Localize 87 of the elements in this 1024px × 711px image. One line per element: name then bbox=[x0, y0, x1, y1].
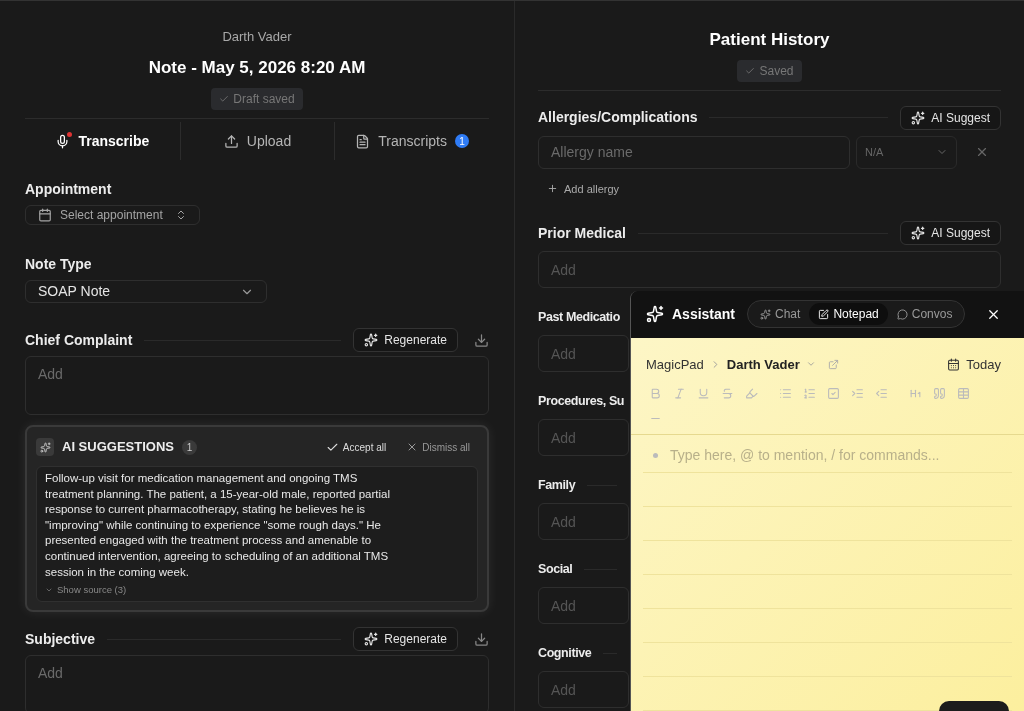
section-label: Prior Medical bbox=[538, 223, 626, 243]
action-button[interactable] bbox=[939, 701, 1009, 711]
download-icon[interactable] bbox=[474, 332, 489, 348]
text-field[interactable]: Add bbox=[538, 503, 629, 540]
check-icon bbox=[745, 65, 756, 76]
note-title: Note - May 5, 2026 8:20 AM bbox=[148, 56, 366, 79]
section-label: Procedures, Su bbox=[538, 392, 625, 410]
pen-square-icon bbox=[818, 308, 830, 320]
tab[interactable]: Upload bbox=[179, 122, 335, 160]
field-label: Note Type bbox=[25, 255, 93, 274]
count-badge: 1 bbox=[181, 439, 197, 455]
section-label: Chief Complaint bbox=[25, 330, 133, 350]
format-icon[interactable] bbox=[779, 387, 792, 400]
bullet-icon bbox=[653, 453, 658, 458]
sparkle-icon bbox=[760, 308, 772, 320]
allergy-name-field[interactable]: Allergy name bbox=[538, 135, 850, 169]
format-icon[interactable] bbox=[673, 387, 686, 400]
calendar-icon bbox=[38, 208, 52, 222]
assistant-tab[interactable]: Notepad bbox=[809, 303, 888, 326]
tab[interactable]: Transcripts 1 bbox=[334, 122, 489, 160]
section-label: Cognitive bbox=[538, 644, 592, 662]
assistant-tab[interactable]: Chat bbox=[751, 303, 810, 326]
calendar-icon bbox=[947, 357, 961, 371]
tab-icon bbox=[55, 133, 71, 149]
dismiss-all-button[interactable]: Dismiss all bbox=[406, 439, 470, 455]
show-source-button[interactable]: Show source (3) bbox=[45, 583, 127, 598]
patient-name: Darth Vader bbox=[222, 28, 292, 46]
panel-title: Patient History bbox=[709, 29, 830, 51]
text-field[interactable]: Add bbox=[538, 335, 629, 372]
tab-icon bbox=[223, 133, 239, 149]
sparkle-icon bbox=[364, 333, 379, 347]
text-field[interactable]: Add bbox=[538, 419, 629, 456]
section-label: Social bbox=[538, 560, 573, 578]
sparkle-icon bbox=[911, 226, 926, 240]
plus-icon bbox=[547, 183, 558, 195]
chevrons-icon bbox=[175, 209, 187, 221]
format-icon[interactable] bbox=[933, 387, 946, 400]
remove-icon[interactable] bbox=[975, 145, 989, 159]
status-badge: Saved bbox=[737, 59, 802, 82]
speech-bubble-icon bbox=[896, 308, 908, 320]
text-field[interactable]: Add bbox=[538, 671, 629, 708]
format-icon[interactable] bbox=[827, 387, 840, 400]
format-icon[interactable] bbox=[909, 387, 922, 400]
format-icon[interactable] bbox=[957, 387, 970, 400]
tab[interactable]: Transcribe bbox=[25, 122, 180, 160]
section-label: Subjective bbox=[25, 629, 96, 649]
format-icon[interactable] bbox=[649, 387, 662, 400]
suggestions-title: AI SUGGESTIONS bbox=[62, 438, 174, 457]
tab-icon bbox=[355, 133, 371, 149]
sparkle-icon bbox=[36, 438, 54, 456]
format-icon[interactable] bbox=[851, 387, 864, 400]
notepad-field[interactable]: Type here, @ to mention, / for commands... bbox=[670, 445, 1002, 466]
text-field[interactable]: Add bbox=[538, 587, 629, 624]
sparkle-icon bbox=[911, 110, 926, 125]
status-badge: Draft saved bbox=[211, 88, 303, 110]
format-icon[interactable] bbox=[721, 387, 734, 400]
assistant-tab[interactable]: Convos bbox=[887, 303, 962, 326]
format-icon[interactable] bbox=[745, 387, 758, 400]
text-field[interactable]: Add bbox=[538, 251, 1001, 288]
count-badge: 1 bbox=[455, 134, 469, 148]
date-button[interactable]: Today bbox=[947, 354, 1001, 374]
sparkle-icon bbox=[646, 305, 664, 324]
external-link-icon[interactable] bbox=[827, 358, 839, 370]
format-icon[interactable] bbox=[697, 387, 710, 400]
format-icon[interactable] bbox=[875, 387, 888, 400]
assistant-title: Assistant bbox=[672, 304, 736, 324]
sparkle-icon bbox=[364, 632, 379, 647]
section-label: Past Medicatio bbox=[538, 308, 620, 326]
text-field[interactable]: Add bbox=[25, 356, 489, 415]
section-label: Family bbox=[538, 476, 576, 494]
suggestion-text: Follow-up visit for medication management and ongoing TMS treatment planning. The patient, a 15-year-old male, reported partial response to current pharmacotherapy, stating he believes he is "improving" while continuing to experience "some rough days." He presented engaged with the treatment process and amenable to continued intervention, agreeing to scheduling of an additional TMS session in the coming week. bbox=[45, 471, 391, 580]
check-icon bbox=[219, 94, 230, 104]
breadcrumb-current[interactable]: Darth Vader bbox=[726, 354, 800, 374]
ai-button[interactable]: AI Suggest bbox=[900, 221, 1001, 245]
ai-button[interactable]: AI Suggest bbox=[900, 105, 1001, 130]
note-type-select[interactable]: SOAP Note bbox=[25, 280, 267, 303]
text-field[interactable]: Add bbox=[25, 655, 489, 711]
ai-button[interactable]: Regenerate bbox=[353, 328, 458, 352]
add-allergy-button[interactable]: Add allergy bbox=[547, 180, 620, 197]
accept-all-button[interactable]: Accept all bbox=[325, 439, 387, 455]
appointment-select[interactable]: Select appointment bbox=[25, 205, 200, 225]
breadcrumb-link[interactable]: MagicPad bbox=[646, 354, 704, 374]
field-label: Appointment bbox=[25, 180, 113, 199]
format-icon[interactable] bbox=[803, 387, 816, 400]
ai-button[interactable]: Regenerate bbox=[353, 627, 458, 652]
download-icon[interactable] bbox=[474, 631, 489, 647]
section-label: Allergies/Complications bbox=[538, 108, 698, 127]
